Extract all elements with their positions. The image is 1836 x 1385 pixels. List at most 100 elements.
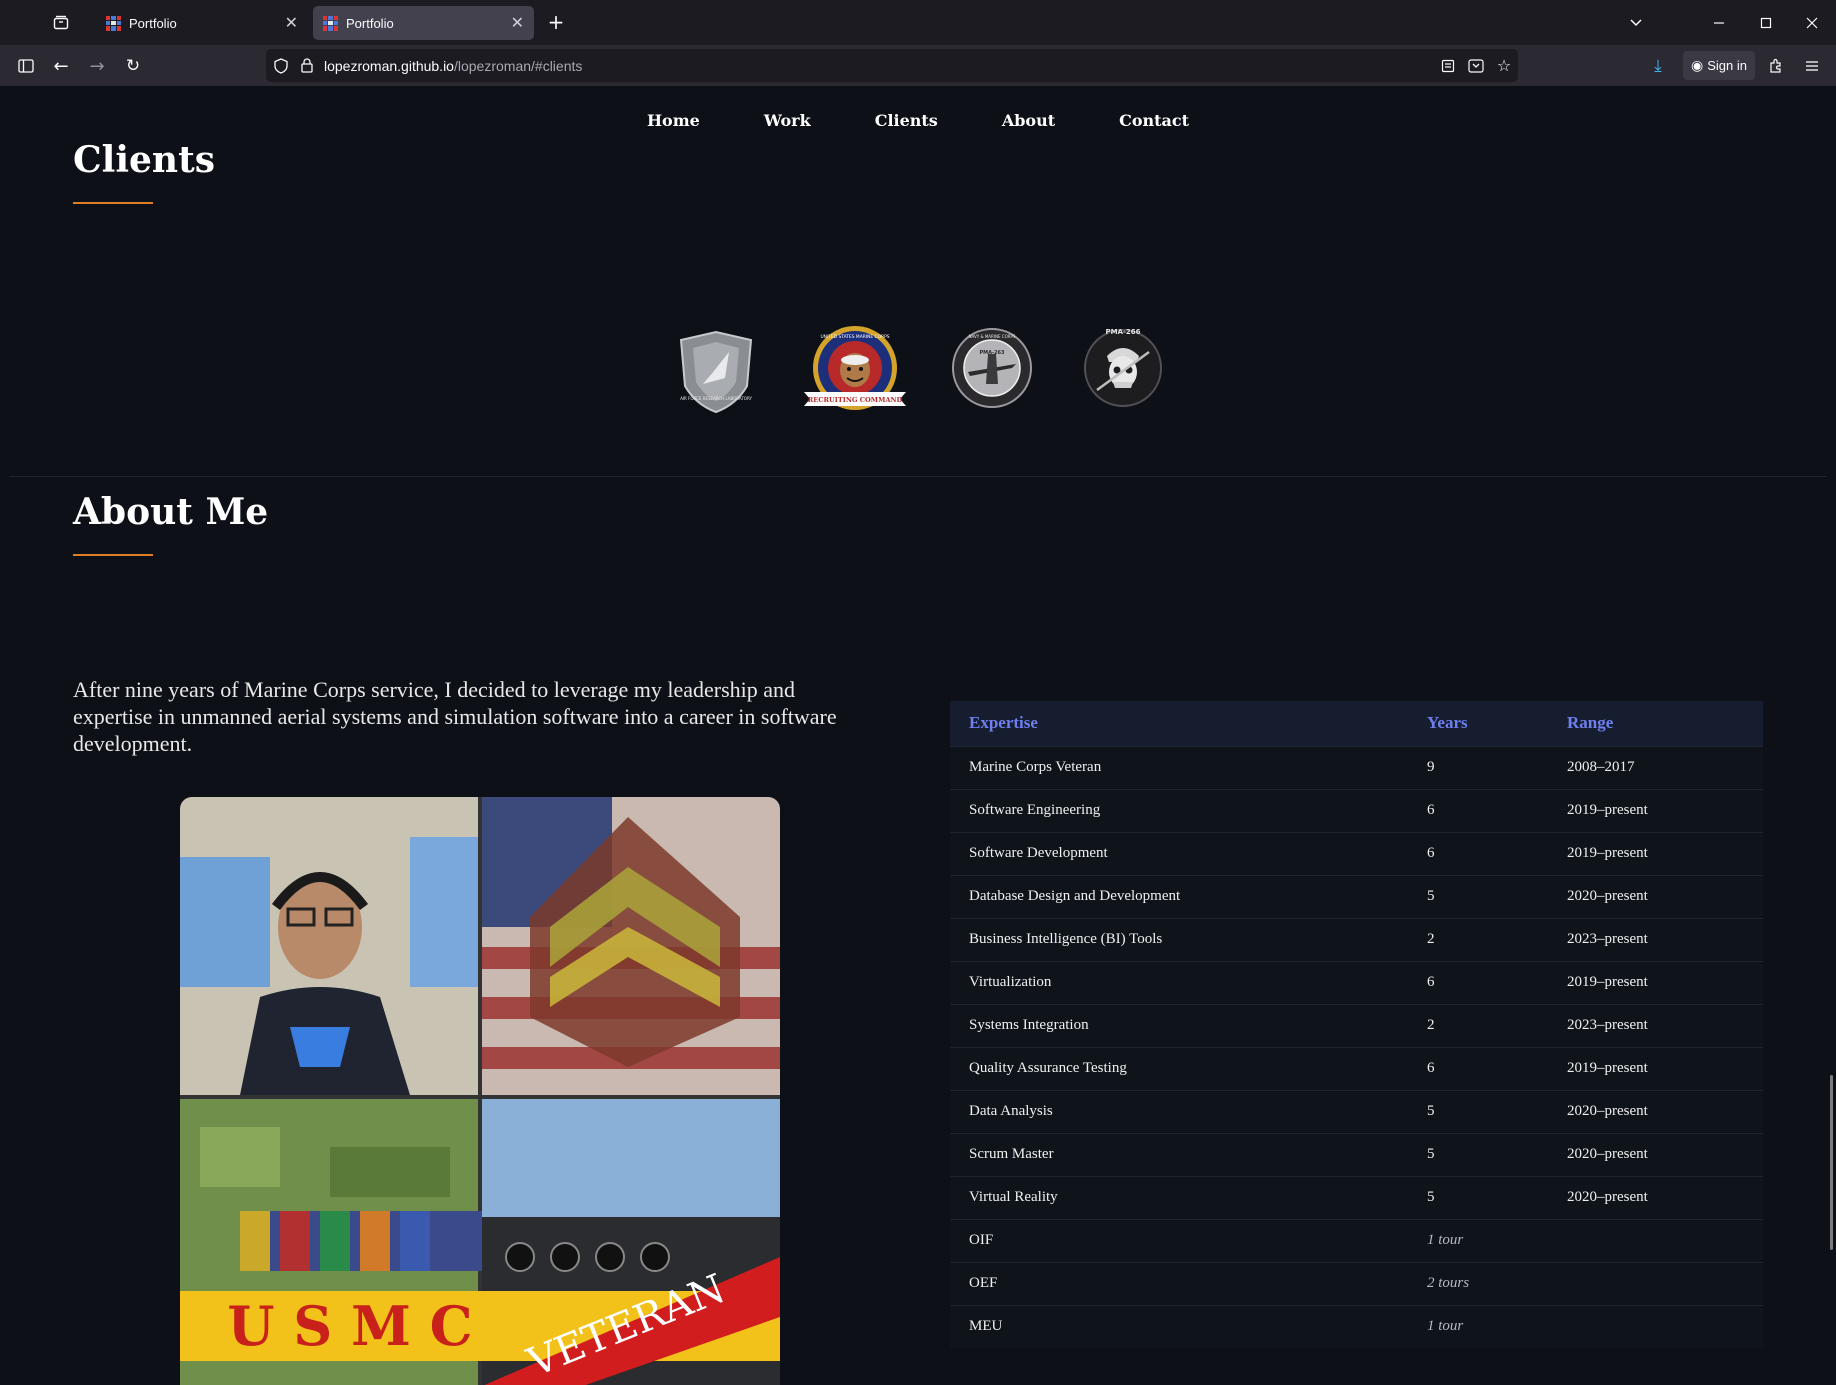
portfolio-favicon-icon bbox=[323, 15, 338, 31]
table-row: Scrum Master 5 2020–present bbox=[950, 1132, 1763, 1176]
cell-expertise: Software Engineering bbox=[950, 788, 1408, 832]
extensions-icon[interactable] bbox=[1764, 54, 1788, 78]
clients-heading: Clients bbox=[73, 139, 215, 181]
tab-overview-icon[interactable] bbox=[50, 12, 72, 34]
cell-years: 2 bbox=[1408, 917, 1548, 961]
cell-expertise: Business Intelligence (BI) Tools bbox=[950, 917, 1408, 961]
header-years: Years bbox=[1427, 713, 1468, 733]
shield-icon[interactable] bbox=[266, 51, 296, 81]
save-to-pocket-icon[interactable] bbox=[1462, 51, 1490, 81]
table-row: Virtual Reality 5 2020–present bbox=[950, 1175, 1763, 1219]
tab-portfolio-1[interactable]: Portfolio ✕ bbox=[96, 6, 308, 40]
minimize-icon[interactable] bbox=[1708, 12, 1730, 34]
table-body: Marine Corps Veteran 9 2008–2017 Software E… bbox=[950, 745, 1763, 1348]
pma-266-icon: PMA-266 bbox=[1083, 322, 1163, 412]
account-icon: ◉ bbox=[1691, 57, 1704, 73]
cell-years: 6 bbox=[1408, 960, 1548, 1004]
menu-hamburger-icon[interactable] bbox=[1800, 54, 1824, 78]
cell-range bbox=[1548, 1304, 1763, 1348]
nav-link-about[interactable]: About bbox=[1002, 111, 1055, 130]
reload-icon[interactable]: ↻ bbox=[121, 54, 145, 78]
downloads-icon[interactable]: ⤓ bbox=[1646, 54, 1670, 78]
page-scrollbar[interactable] bbox=[1830, 1075, 1833, 1250]
close-tab-icon[interactable]: ✕ bbox=[511, 13, 524, 33]
cell-expertise: Systems Integration bbox=[950, 1003, 1408, 1047]
cell-expertise: Data Analysis bbox=[950, 1089, 1408, 1133]
tab-title: Portfolio bbox=[346, 15, 394, 31]
header-expertise: Expertise bbox=[969, 713, 1038, 733]
table-row: Software Development 6 2019–present bbox=[950, 831, 1763, 875]
nav-link-home[interactable]: Home bbox=[647, 111, 700, 130]
cell-years: 6 bbox=[1408, 831, 1548, 875]
table-row: MEU 1 tour bbox=[950, 1304, 1763, 1348]
client-logos: AIR FORCE RESEARCH LABORATORY RECRUITING… bbox=[9, 326, 1827, 428]
cell-years: 6 bbox=[1408, 788, 1548, 832]
address-bar[interactable]: lopezroman.github.io/lopezroman/#clients… bbox=[266, 49, 1518, 82]
veteran-collage-image: U S M C VETERAN bbox=[180, 797, 780, 1385]
forward-arrow-icon[interactable]: → bbox=[85, 54, 109, 78]
cell-range: 2019–present bbox=[1548, 1046, 1763, 1090]
cell-range: 2023–present bbox=[1548, 1003, 1763, 1047]
cell-expertise: Quality Assurance Testing bbox=[950, 1046, 1408, 1090]
tab-title: Portfolio bbox=[129, 15, 177, 31]
cell-expertise: Virtualization bbox=[950, 960, 1408, 1004]
site-navigation: Home Work Clients About Contact bbox=[9, 111, 1827, 130]
close-tab-icon[interactable]: ✕ bbox=[285, 13, 298, 33]
cell-years: 5 bbox=[1408, 1089, 1548, 1133]
cell-expertise: MEU bbox=[950, 1304, 1408, 1348]
sign-in-button[interactable]: ◉ Sign in bbox=[1683, 51, 1755, 80]
usmc-arc-text: UNITED STATES MARINE CORPS bbox=[820, 334, 889, 340]
back-arrow-icon[interactable]: ← bbox=[49, 54, 73, 78]
maximize-icon[interactable] bbox=[1755, 12, 1777, 34]
nav-link-clients[interactable]: Clients bbox=[875, 111, 938, 130]
sidebar-icon[interactable] bbox=[14, 54, 38, 78]
clients-heading-underline bbox=[73, 202, 153, 204]
table-row: Systems Integration 2 2023–present bbox=[950, 1003, 1763, 1047]
nav-link-work[interactable]: Work bbox=[764, 111, 811, 130]
tab-list-chevron-icon[interactable] bbox=[1625, 12, 1647, 34]
new-tab-icon[interactable]: + bbox=[544, 10, 568, 34]
cell-expertise: Database Design and Development bbox=[950, 874, 1408, 918]
cell-expertise: Software Development bbox=[950, 831, 1408, 875]
table-row: Marine Corps Veteran 9 2008–2017 bbox=[950, 745, 1763, 789]
cell-range: 2020–present bbox=[1548, 1175, 1763, 1219]
table-row: Virtualization 6 2019–present bbox=[950, 960, 1763, 1004]
expertise-table: Expertise Years Range Marine Corps Veter… bbox=[950, 701, 1763, 1348]
header-range: Range bbox=[1567, 713, 1614, 733]
lock-icon[interactable] bbox=[296, 51, 318, 81]
cell-range: 2020–present bbox=[1548, 1089, 1763, 1133]
table-row: Quality Assurance Testing 6 2019–present bbox=[950, 1046, 1763, 1090]
cell-years: 1 tour bbox=[1408, 1304, 1548, 1348]
table-row: Data Analysis 5 2020–present bbox=[950, 1089, 1763, 1133]
tab-portfolio-2[interactable]: Portfolio ✕ bbox=[313, 6, 534, 40]
cell-expertise: OEF bbox=[950, 1261, 1408, 1305]
table-row: OEF 2 tours bbox=[950, 1261, 1763, 1305]
close-window-icon[interactable] bbox=[1801, 12, 1823, 34]
about-heading: About Me bbox=[73, 491, 269, 533]
cell-range bbox=[1548, 1261, 1763, 1305]
cell-range: 2019–present bbox=[1548, 831, 1763, 875]
table-header-row: Expertise Years Range bbox=[950, 701, 1763, 746]
cell-range: 2008–2017 bbox=[1548, 745, 1763, 789]
nav-link-contact[interactable]: Contact bbox=[1119, 111, 1189, 130]
cell-years: 6 bbox=[1408, 1046, 1548, 1090]
cell-expertise: Marine Corps Veteran bbox=[950, 745, 1408, 789]
section-divider bbox=[9, 476, 1827, 477]
cell-years: 1 tour bbox=[1408, 1218, 1548, 1262]
reader-view-icon[interactable] bbox=[1434, 51, 1462, 81]
cell-years: 5 bbox=[1408, 1132, 1548, 1176]
cell-years: 5 bbox=[1408, 874, 1548, 918]
cell-range: 2023–present bbox=[1548, 917, 1763, 961]
cell-years: 9 bbox=[1408, 745, 1548, 789]
cell-range: 2019–present bbox=[1548, 960, 1763, 1004]
afrl-logo-text: AIR FORCE RESEARCH LABORATORY bbox=[680, 396, 752, 401]
pma-266-text: PMA-266 bbox=[1105, 328, 1140, 336]
cell-range: 2020–present bbox=[1548, 1132, 1763, 1176]
cell-range: 2019–present bbox=[1548, 788, 1763, 832]
cell-years: 5 bbox=[1408, 1175, 1548, 1219]
pma-263-text: PMA-263 bbox=[979, 350, 1005, 356]
bookmark-star-icon[interactable]: ☆ bbox=[1490, 51, 1518, 81]
browser-navigation-bar: ← → ↻ lopezroman.github.io/lopezroman/#c… bbox=[0, 45, 1836, 86]
browser-tab-bar: Portfolio ✕ Portfolio ✕ + bbox=[0, 0, 1836, 45]
cell-range bbox=[1548, 1218, 1763, 1262]
